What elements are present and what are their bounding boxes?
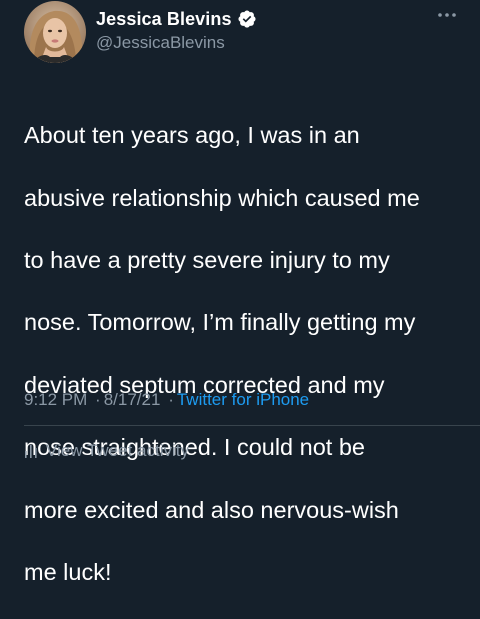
tweet-text-line: more excited and also nervous-wish bbox=[24, 496, 399, 523]
tweet-source-link[interactable]: Twitter for iPhone bbox=[177, 390, 309, 409]
tweet-text-line: abusive relationship which caused me bbox=[24, 184, 420, 211]
tweet-text-line: me luck! bbox=[24, 559, 112, 586]
view-tweet-activity-label: View Tweet activity bbox=[46, 441, 189, 460]
tweet-text-line: to have a pretty severe injury to my bbox=[24, 247, 390, 274]
more-options-icon[interactable] bbox=[436, 8, 458, 22]
tweet-card: Jessica Blevins @JessicaBlevins About te… bbox=[0, 0, 480, 585]
analytics-bars-icon bbox=[24, 443, 38, 459]
divider bbox=[24, 425, 480, 426]
tweet-text-line: About ten years ago, I was in an bbox=[24, 122, 360, 149]
avatar-photo-icon bbox=[24, 1, 86, 63]
tweet-text-line: nose. Tomorrow, I’m finally getting my bbox=[24, 309, 416, 336]
verified-badge-icon bbox=[237, 9, 257, 29]
meta-separator: · bbox=[95, 390, 101, 409]
view-tweet-activity-button[interactable]: View Tweet activity bbox=[24, 440, 189, 462]
meta-separator: · bbox=[168, 390, 174, 409]
display-name[interactable]: Jessica Blevins bbox=[96, 7, 232, 31]
tweet-metadata: 9:12 PM · 8/17/21 · Twitter for iPhone bbox=[24, 389, 309, 411]
tweet-text: About ten years ago, I was in an abusive… bbox=[24, 89, 464, 619]
avatar[interactable] bbox=[24, 1, 86, 63]
tweet-time[interactable]: 9:12 PM bbox=[24, 390, 87, 409]
tweet-date[interactable]: 8/17/21 bbox=[104, 390, 161, 409]
name-row[interactable]: Jessica Blevins bbox=[96, 7, 257, 31]
user-handle[interactable]: @JessicaBlevins bbox=[96, 32, 225, 54]
